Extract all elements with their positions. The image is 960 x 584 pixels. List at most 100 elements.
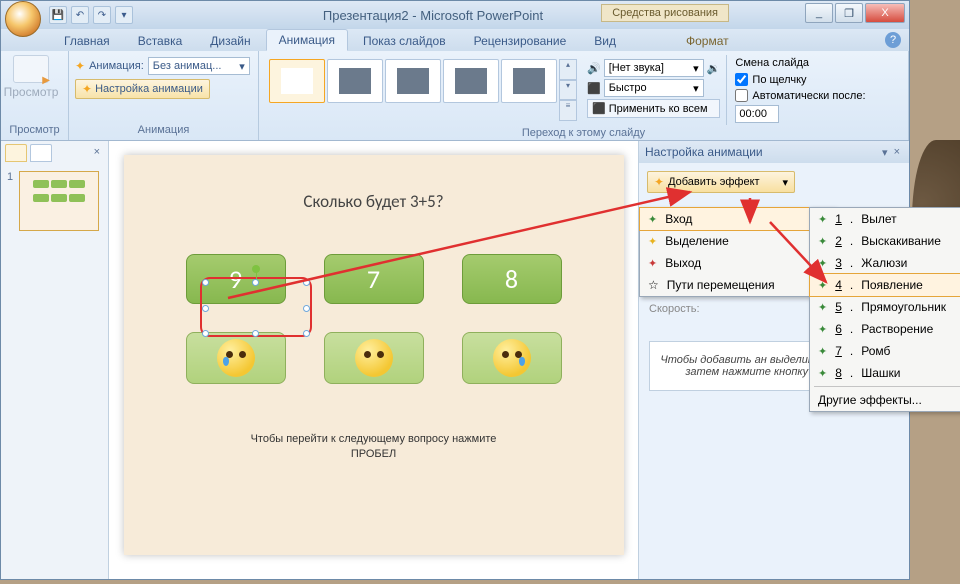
slide: Сколько будет 3+5? 9 7 8 Чтобы перейти к… [124,155,624,555]
apply-icon: ⬛ [592,102,606,115]
group-preview-label: Просмотр [7,122,62,138]
maximize-button[interactable]: ❐ [835,3,863,23]
gear-star-icon: ✦ [82,82,92,96]
context-tools-label: Средства рисования [601,4,729,22]
pane-dropdown-icon[interactable]: ▾ [879,146,891,159]
pane-close-icon[interactable]: × [891,146,903,158]
more-effects[interactable]: Другие эффекты... [810,389,960,411]
effect-checkerboard[interactable]: ✦8. Шашки [810,362,960,384]
star-icon: ✦ [654,175,664,189]
selection-handles[interactable] [206,283,306,333]
sound-dropdown[interactable]: [Нет звука]▾ [604,59,704,77]
save-icon[interactable]: 💾 [49,6,67,24]
transition-item[interactable] [443,59,499,103]
speed-dropdown[interactable]: Быстро▾ [604,79,704,97]
path-icon: ☆ [648,278,659,292]
thumbnail-pane: × 1 [1,141,109,579]
star-icon: ✦ [818,345,827,358]
tab-home[interactable]: Главная [51,30,123,51]
effect-blinds[interactable]: ✦3. Жалюзи [810,252,960,274]
qat-more-icon[interactable]: ▾ [115,6,133,24]
ribbon-tabs: Главная Вставка Дизайн Анимация Показ сл… [1,29,909,51]
menu-emphasis[interactable]: ✦Выделение▶ [640,230,834,252]
speed-icon: ⬛ [587,82,601,95]
auto-time-input[interactable] [735,105,779,123]
effect-fly-in[interactable]: ✦1. Вылет [810,208,960,230]
slide-hint: Чтобы перейти к следующему вопросу нажми… [124,432,624,463]
menu-motion-paths[interactable]: ☆Пути перемещения▶ [640,274,834,296]
star-icon: ✦ [818,367,827,380]
star-icon: ✦ [648,213,657,226]
titlebar: 💾 ↶ ↷ ▾ Презентация2 - Microsoft PowerPo… [1,1,909,29]
tab-format[interactable]: Формат [673,30,742,51]
tab-insert[interactable]: Вставка [125,30,196,51]
preview-icon [13,55,49,83]
slide-canvas[interactable]: Сколько будет 3+5? 9 7 8 Чтобы перейти к… [109,141,639,579]
tab-slideshow[interactable]: Показ слайдов [350,30,459,51]
emoji-button[interactable] [186,332,286,384]
star-icon: ✦ [818,323,827,336]
sound-icon: 🔊 [587,62,601,75]
minimize-button[interactable]: _ [805,3,833,23]
volume-icon[interactable]: 🔉 [707,62,721,75]
entrance-effects-menu: ✦1. Вылет ✦2. Выскакивание ✦3. Жалюзи ✦4… [809,207,960,412]
menu-entrance[interactable]: ✦Вход▶ [639,207,835,231]
auto-after-checkbox[interactable]: Автоматически после: [735,89,865,102]
slides-tab[interactable] [5,144,27,162]
tab-review[interactable]: Рецензирование [461,30,580,51]
effect-diamond[interactable]: ✦7. Ромб [810,340,960,362]
quick-access-toolbar: 💾 ↶ ↷ ▾ [49,6,133,24]
menu-exit[interactable]: ✦Выход▶ [640,252,834,274]
transition-item[interactable] [327,59,383,103]
answer-button-7[interactable]: 7 [324,254,424,304]
window-controls: _ ❐ X [805,3,905,23]
animation-settings-button[interactable]: ✦ Настройка анимации [75,79,210,99]
slide-thumbnail[interactable]: 1 [7,171,102,231]
transition-item[interactable] [501,59,557,103]
star-icon: ✦ [648,257,657,270]
outline-tab[interactable] [30,144,52,162]
effect-bounce[interactable]: ✦2. Выскакивание [810,230,960,252]
star-icon: ✦ [818,213,827,226]
star-icon: ✦ [648,235,657,248]
redo-icon[interactable]: ↷ [93,6,111,24]
gallery-more[interactable]: ▴▾≡ [559,59,577,121]
tab-design[interactable]: Дизайн [197,30,263,51]
undo-icon[interactable]: ↶ [71,6,89,24]
star-icon: ✦ [818,235,827,248]
slide-question: Сколько будет 3+5? [124,155,624,212]
star-icon: ✦ [75,59,85,73]
effect-box[interactable]: ✦5. Прямоугольник [810,296,960,318]
emoji-button[interactable] [324,332,424,384]
transition-item[interactable] [385,59,441,103]
star-icon: ✦ [818,257,827,270]
animation-pane: Настройка анимации ▾ × ✦ Добавить эффект… [639,141,909,579]
pane-header: Настройка анимации ▾ × [639,141,909,163]
close-button[interactable]: X [865,3,905,23]
tab-view[interactable]: Вид [581,30,629,51]
on-click-checkbox[interactable]: По щелчку [735,73,806,86]
transition-gallery[interactable]: ▴▾≡ [265,55,581,125]
help-icon[interactable]: ? [885,32,901,48]
emoji-button[interactable] [462,332,562,384]
preview-button[interactable]: Просмотр [7,55,55,99]
add-effect-button[interactable]: ✦ Добавить эффект ▾ [647,171,795,193]
star-icon: ✦ [818,301,827,314]
group-transition-label: Переход к этому слайду [265,125,902,141]
thumb-pane-close-icon[interactable]: × [90,144,104,163]
tab-animation[interactable]: Анимация [266,29,348,51]
effect-dissolve[interactable]: ✦6. Растворение [810,318,960,340]
transition-none[interactable] [269,59,325,103]
star-icon: ✦ [818,279,827,292]
ribbon: Просмотр Просмотр ✦ Анимация: Без анимац… [1,51,909,141]
window-title: Презентация2 - Microsoft PowerPoint [323,8,543,23]
office-button[interactable] [5,1,41,37]
animation-dropdown[interactable]: Без анимац...▾ [148,57,250,75]
answer-button-8[interactable]: 8 [462,254,562,304]
group-animation-label: Анимация [75,122,252,138]
workspace: × 1 Сколько будет 3+5? 9 7 8 [1,141,909,579]
effect-appear[interactable]: ✦4. Появление [809,273,960,297]
apply-to-all-button[interactable]: ⬛Применить ко всем [587,99,720,118]
advance-slide-title: Смена слайда [735,57,894,69]
app-window: 💾 ↶ ↷ ▾ Презентация2 - Microsoft PowerPo… [0,0,910,580]
